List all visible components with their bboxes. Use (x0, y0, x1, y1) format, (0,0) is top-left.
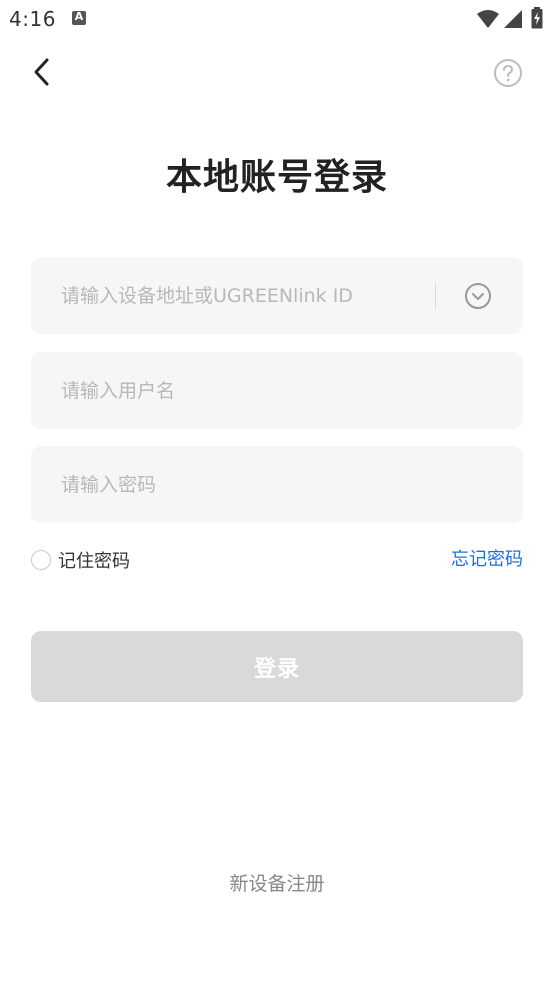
back-button[interactable] (24, 54, 60, 90)
page-title: 本地账号登录 (165, 157, 388, 198)
status-time: 4:16 (9, 7, 56, 31)
battery-charging-icon (531, 7, 543, 33)
new-device-register-link[interactable]: 新设备注册 (0, 869, 554, 896)
login-button[interactable]: 登录 (31, 631, 523, 702)
remember-password-toggle[interactable]: 记住密码 (31, 547, 130, 573)
chevron-down-circle-icon (465, 283, 491, 309)
a-notification-icon (72, 10, 86, 25)
username-input[interactable] (31, 352, 491, 429)
question-circle-icon (494, 59, 522, 87)
field-divider (435, 282, 436, 310)
password-field (31, 446, 523, 523)
login-page: 4:16 本地账号登录 (0, 0, 554, 985)
chevron-left-icon (34, 58, 49, 86)
address-field (31, 257, 523, 334)
remember-password-radio[interactable] (31, 550, 51, 570)
help-button[interactable] (492, 57, 524, 89)
status-bar: 4:16 (0, 0, 554, 40)
username-field (31, 352, 523, 429)
password-input[interactable] (31, 446, 491, 523)
remember-password-label: 记住密码 (58, 551, 130, 572)
wifi-icon (476, 9, 500, 33)
address-input[interactable] (31, 257, 431, 334)
signal-icon (503, 9, 523, 33)
forgot-password-link[interactable]: 忘记密码 (451, 547, 523, 573)
address-dropdown-button[interactable] (463, 281, 493, 311)
